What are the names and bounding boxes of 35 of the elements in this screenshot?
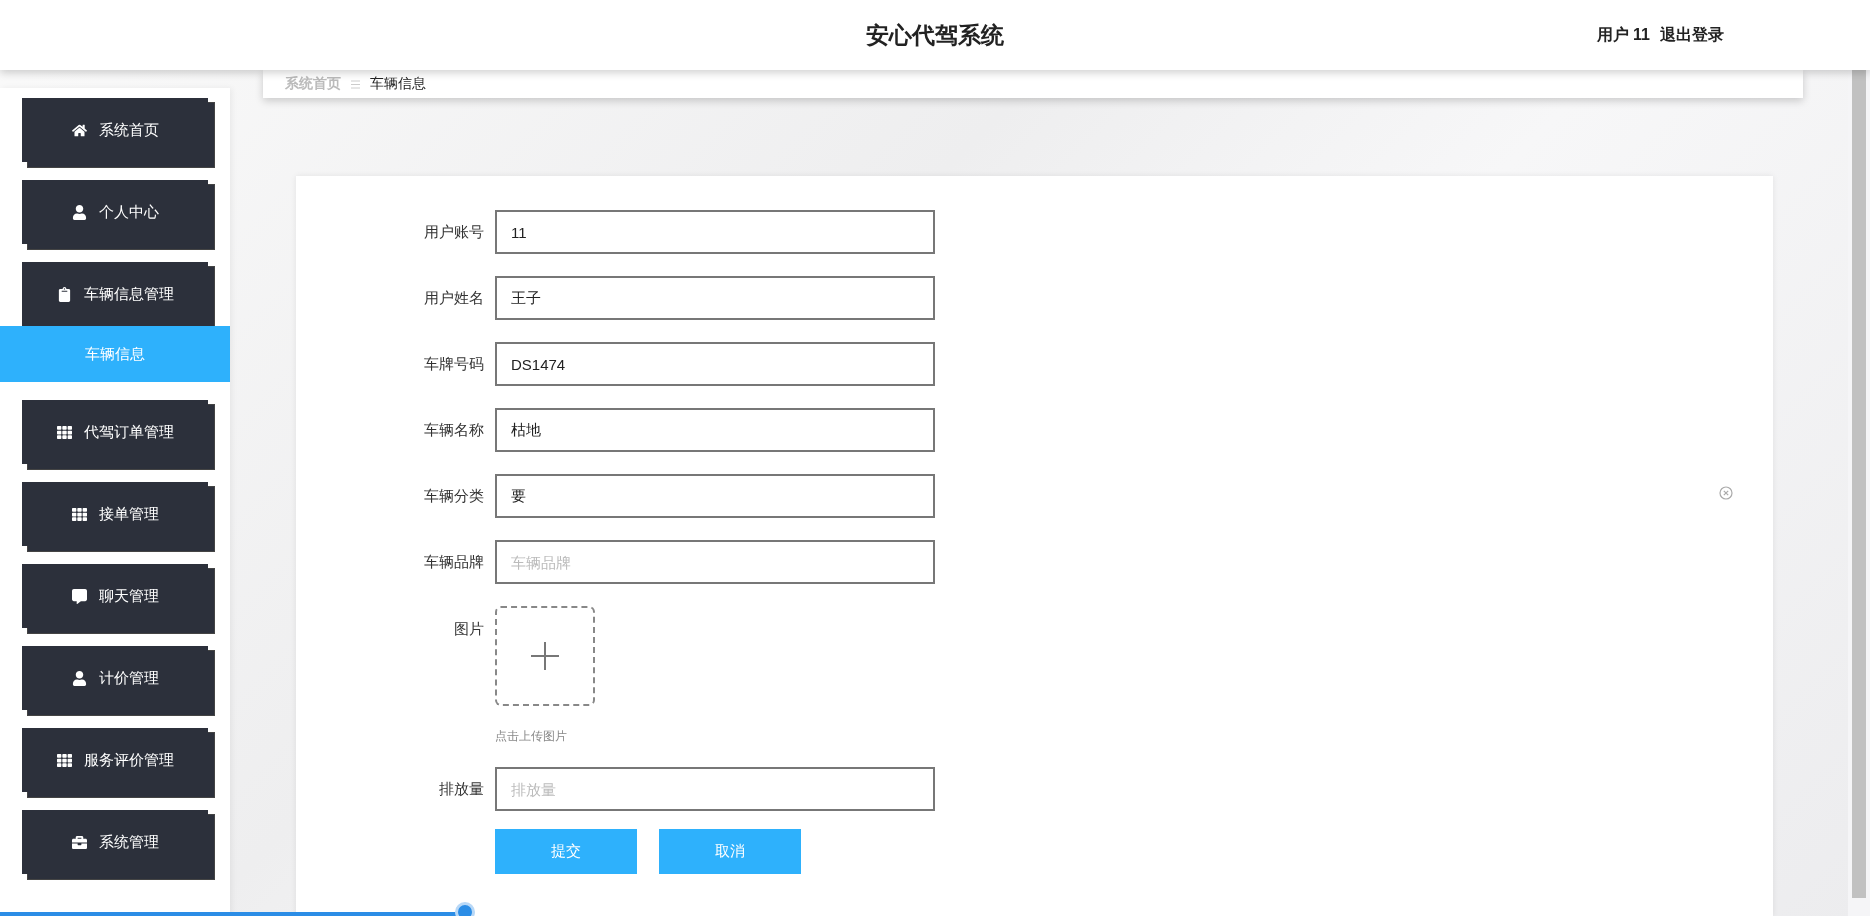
grid-icon	[56, 752, 72, 768]
user-icon	[71, 204, 87, 220]
input-field[interactable]: 排放量	[495, 767, 935, 811]
input-field[interactable]: 车辆品牌	[495, 540, 935, 584]
input-field[interactable]: 要	[495, 474, 935, 518]
scrollbar[interactable]	[1848, 70, 1870, 916]
upload-box[interactable]	[495, 606, 595, 706]
user-name: 用户 11	[1596, 24, 1650, 45]
clipboard-icon	[56, 286, 72, 302]
briefcase-icon	[71, 834, 87, 850]
field-label: 车牌号码	[423, 354, 484, 374]
field-label: 图片	[453, 619, 484, 639]
app-title: 安心代驾系统	[866, 20, 1004, 50]
user-icon	[71, 670, 87, 686]
plus-icon	[531, 642, 559, 670]
input-field[interactable]: 11	[495, 210, 935, 254]
grid-icon	[71, 506, 87, 522]
field-label: 排放量	[438, 779, 484, 799]
breadcrumb-item: 车辆信息	[370, 75, 426, 93]
clear-icon[interactable]	[1719, 486, 1733, 500]
separator-icon	[351, 79, 360, 89]
input-field[interactable]: DS1474	[495, 342, 935, 386]
grid-icon	[56, 424, 72, 440]
field-label: 用户姓名	[423, 288, 484, 308]
home-icon	[71, 122, 87, 138]
input-field[interactable]: 枯地	[495, 408, 935, 452]
upload-hint: 点击上传图片	[495, 728, 568, 745]
input-field[interactable]: 王子	[495, 276, 935, 320]
scrollbar-thumb[interactable]	[1852, 70, 1866, 898]
field-label: 车辆分类	[423, 486, 484, 506]
chat-icon	[71, 588, 87, 604]
field-label: 车辆品牌	[423, 552, 484, 572]
field-label: 用户账号	[423, 222, 484, 242]
field-label: 车辆名称	[423, 420, 484, 440]
logout-link[interactable]: 退出登录	[1660, 24, 1724, 46]
